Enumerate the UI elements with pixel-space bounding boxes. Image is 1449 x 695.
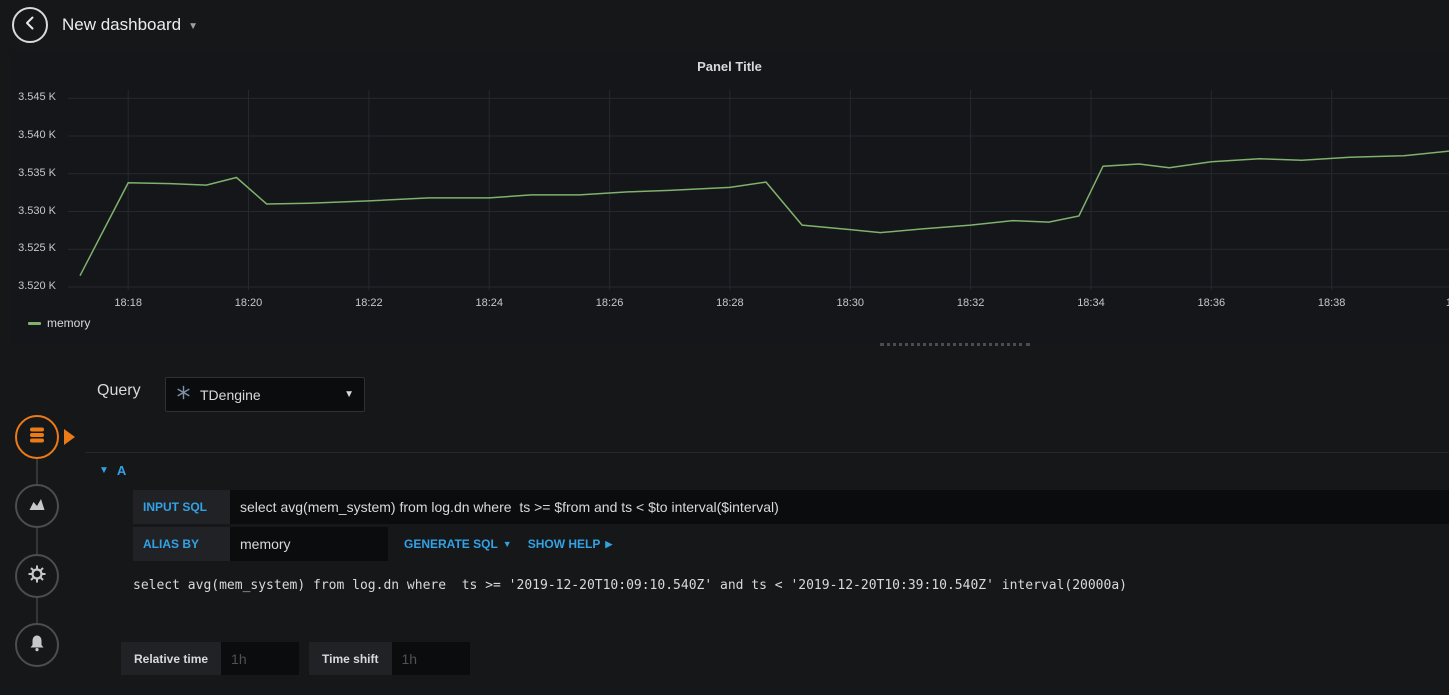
sidebar-item-queries[interactable] [15, 415, 59, 459]
sidebar-item-general[interactable] [15, 554, 59, 598]
legend: memory [28, 316, 90, 330]
x-tick-label: 18:36 [1197, 297, 1226, 309]
dashboard-title[interactable]: New dashboard [62, 15, 181, 35]
graph-panel: Panel Title 3.545 K 3.540 K 3.535 K 3.530 K… [10, 50, 1449, 345]
generate-sql-button[interactable]: GENERATE SQL ▼ [404, 527, 512, 561]
active-tab-arrow-icon [64, 429, 75, 445]
chart-svg[interactable] [68, 90, 1449, 290]
y-tick-label: 3.535 K [18, 166, 56, 179]
x-tick-label: 18:34 [1077, 297, 1105, 309]
gear-icon [27, 564, 47, 589]
time-shift-label: Time shift [309, 642, 392, 675]
x-tick-label: 18:20 [234, 297, 263, 309]
relative-time-field[interactable] [221, 642, 300, 675]
sidebar-item-alert[interactable] [15, 623, 59, 667]
legend-series-color [28, 321, 41, 325]
x-tick-label: 18:28 [716, 297, 744, 309]
y-tick-label: 3.545 K [18, 91, 56, 104]
sidebar-item-visualization[interactable] [15, 484, 59, 528]
y-axis: 3.545 K 3.540 K 3.535 K 3.530 K 3.525 K 3.520… [10, 90, 62, 292]
x-tick-label: 18:38 [1317, 297, 1346, 309]
chevron-down-icon: ▼ [502, 539, 512, 549]
query-section-title: Query [97, 382, 141, 399]
y-tick-label: 3.540 K [18, 129, 56, 142]
datasource-picker[interactable]: TDengine ▼ [165, 377, 365, 412]
chevron-right-icon: ▶ [605, 538, 613, 549]
relative-time-label: Relative time [121, 642, 222, 675]
chevron-down-icon: ▼ [344, 389, 354, 400]
time-shift-field[interactable] [391, 642, 470, 675]
top-nav: New dashboard ▼ [0, 0, 1449, 50]
alias-by-label: ALIAS BY [133, 527, 230, 561]
legend-series-label: memory [47, 316, 91, 330]
collapse-icon: ▼ [99, 464, 109, 476]
x-tick-label: 18:24 [475, 297, 503, 309]
time-shift-group: Time shift [309, 642, 470, 675]
tdengine-logo-icon [176, 385, 191, 405]
panel-title[interactable]: Panel Title [10, 59, 1449, 74]
x-tick-label: 18:22 [355, 297, 383, 309]
database-icon [27, 425, 47, 450]
input-sql-field[interactable] [230, 490, 1449, 524]
arrow-left-icon [21, 14, 39, 37]
x-tick-label: 18:26 [595, 297, 624, 309]
x-tick-label: 18 [1445, 297, 1449, 309]
y-tick-label: 3.530 K [18, 204, 56, 217]
alias-by-field[interactable] [230, 527, 388, 561]
bell-icon [27, 633, 47, 658]
panel-editor: Query TDengine ▼ ▼ A INPUT SQL select av… [0, 355, 1449, 695]
datasource-name: TDengine [200, 386, 261, 403]
input-sql-row: INPUT SQL [133, 490, 1449, 524]
chevron-down-icon[interactable]: ▼ [188, 18, 198, 32]
x-tick-label: 18:18 [114, 297, 142, 309]
show-help-button[interactable]: SHOW HELP ▶ [528, 527, 613, 561]
legend-item[interactable]: memory [28, 316, 90, 330]
back-button[interactable] [12, 7, 48, 43]
x-tick-label: 18:30 [836, 297, 865, 309]
x-tick-label: 18:32 [956, 297, 985, 309]
panel-resize-handle[interactable] [880, 341, 1030, 346]
time-options-row: Relative time Time shift [121, 642, 470, 675]
x-axis: 18:18 18:20 18:22 18:24 18:26 18:28 18:30 18:32… [68, 297, 1449, 313]
y-tick-label: 3.525 K [18, 242, 56, 255]
graph-icon [27, 494, 47, 519]
input-sql-label: INPUT SQL [133, 490, 230, 524]
generated-sql-text: select avg(mem_system) from log.dn where… [133, 578, 1127, 593]
relative-time-group: Relative time [121, 642, 300, 675]
query-ref-id: A [116, 462, 127, 478]
query-ref-header[interactable]: ▼ A [85, 453, 1449, 487]
y-tick-label: 3.520 K [18, 279, 56, 292]
query-editor-section: ▼ A INPUT SQL ALIAS BY GENERATE SQL ▼ SH… [85, 452, 1449, 593]
alias-by-row: ALIAS BY GENERATE SQL ▼ SHOW HELP ▶ [133, 527, 1449, 561]
